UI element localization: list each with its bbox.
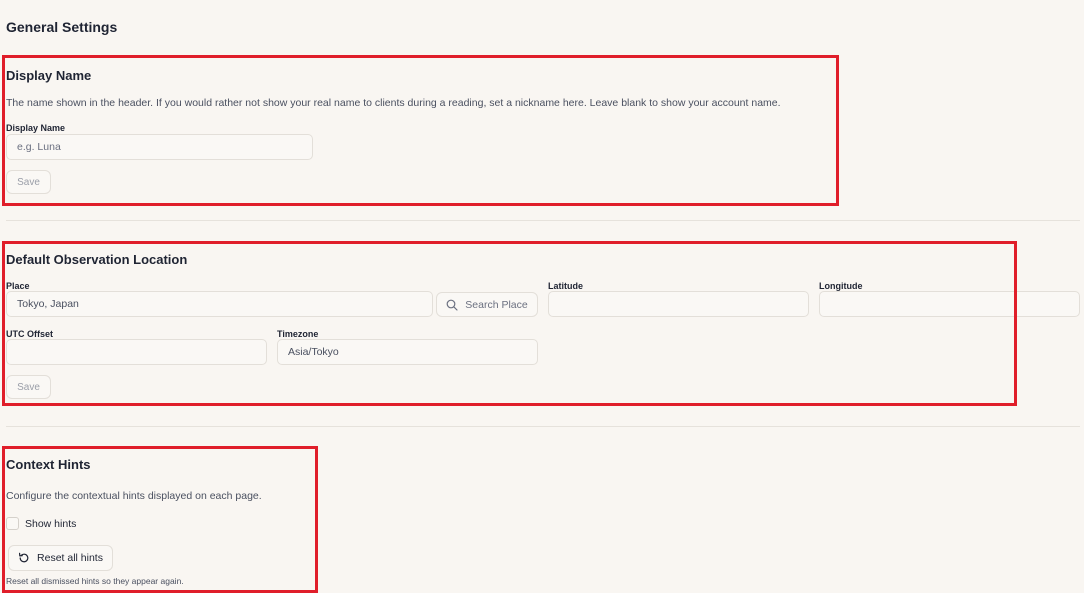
settings-page: General Settings Display Name The name s… [0, 0, 1084, 593]
place-input[interactable] [6, 291, 433, 317]
reset-hints-note: Reset all dismissed hints so they appear… [6, 576, 184, 586]
latitude-input[interactable] [548, 291, 809, 317]
hints-title: Context Hints [6, 457, 91, 472]
display-name-save-button[interactable]: Save [6, 170, 51, 194]
location-title: Default Observation Location [6, 252, 188, 267]
section-divider [6, 426, 1080, 427]
page-title: General Settings [6, 19, 118, 35]
place-label: Place [6, 281, 30, 291]
hints-description: Configure the contextual hints displayed… [6, 490, 262, 502]
highlight-box-display-name [2, 55, 839, 206]
longitude-input[interactable] [819, 291, 1080, 317]
search-icon [446, 299, 458, 311]
timezone-input[interactable] [277, 339, 538, 365]
reset-icon [19, 552, 29, 563]
utc-offset-label: UTC Offset [6, 329, 53, 339]
display-name-description: The name shown in the header. If you wou… [6, 97, 781, 109]
latitude-label: Latitude [548, 281, 583, 291]
reset-hints-button[interactable]: Reset all hints [8, 545, 113, 571]
show-hints-label[interactable]: Show hints [25, 518, 76, 530]
longitude-label: Longitude [819, 281, 863, 291]
location-save-button[interactable]: Save [6, 375, 51, 399]
timezone-label: Timezone [277, 329, 319, 339]
search-place-label: Search Place [465, 298, 528, 311]
reset-hints-label: Reset all hints [37, 552, 103, 564]
display-name-input[interactable] [6, 134, 313, 160]
show-hints-checkbox[interactable] [6, 517, 19, 530]
display-name-label: Display Name [6, 123, 66, 133]
display-name-title: Display Name [6, 68, 92, 83]
search-place-button[interactable]: Search Place [436, 292, 538, 317]
utc-offset-input[interactable] [6, 339, 267, 365]
section-divider [6, 220, 1080, 221]
